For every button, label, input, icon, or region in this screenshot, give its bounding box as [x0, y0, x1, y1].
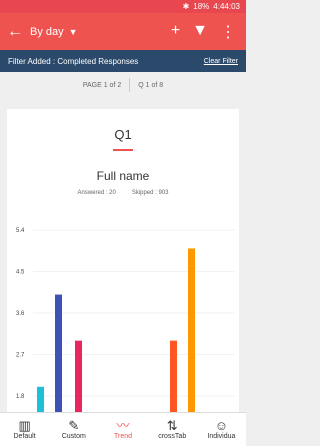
title-underline — [113, 149, 133, 151]
pager-divider — [129, 78, 131, 92]
bar-chart-icon: ▥ — [18, 418, 31, 433]
pencil-icon: ✎ — [68, 418, 80, 433]
add-icon[interactable]: + — [171, 22, 180, 42]
crosstab-icon: ⇅ — [166, 418, 178, 433]
bottom-navigation: ▥ Default ✎ Custom 〰 Trend ⇅ crossTab ☺ Individua — [0, 412, 246, 446]
filter-bar: Filter Added : Completed Responses Clear… — [0, 50, 246, 72]
person-icon: ☺ — [214, 418, 229, 433]
nav-item-custom[interactable]: ✎ Custom — [49, 413, 98, 446]
nav-label: Trend — [113, 433, 133, 440]
y-tick-label: 3.6 — [16, 311, 25, 317]
chart-bar — [188, 248, 195, 412]
nav-label: Default — [13, 433, 36, 440]
chart-bar — [170, 340, 177, 412]
filter-text: Filter Added : Completed Responses — [8, 56, 139, 66]
question-id: Q1 — [114, 127, 132, 142]
bluetooth-icon: ✱ — [182, 2, 190, 11]
trend-icon: 〰 — [116, 418, 130, 433]
question-name: Full name — [96, 169, 150, 183]
response-stats: Answered : 20 Skipped : 903 — [7, 190, 239, 196]
skipped-count: Skipped : 903 — [131, 190, 169, 196]
nav-label: Custom — [61, 433, 86, 440]
app-toolbar: ← By day ▼ + ▼ ⋮ — [0, 13, 246, 50]
period-label: By day — [30, 25, 64, 38]
status-bar: ✱ 18% 4:44:03 — [0, 0, 246, 13]
nav-label: Individua — [207, 433, 236, 440]
nav-item-crosstab[interactable]: ⇅ crossTab — [148, 413, 197, 446]
page-indicator: PAGE 1 of 2 — [82, 81, 122, 89]
question-card: Q1 Full name Answered : 20 Skipped : 903… — [7, 109, 239, 412]
more-vertical-icon[interactable]: ⋮ — [220, 22, 236, 42]
y-tick-label: 5.4 — [16, 228, 25, 234]
nav-item-trend[interactable]: 〰 Trend — [98, 413, 147, 446]
y-tick-label: 1.8 — [16, 394, 25, 400]
filter-icon[interactable]: ▼ — [192, 22, 208, 42]
bar-chart: 5.4 4.5 3.6 2.7 1.8 — [16, 228, 235, 412]
chart-bar — [37, 386, 44, 412]
pager: PAGE 1 of 2 Q 1 of 8 — [0, 72, 246, 98]
y-tick-label: 4.5 — [16, 270, 25, 276]
y-tick-label: 2.7 — [16, 353, 25, 359]
nav-label: crossTab — [158, 433, 187, 440]
nav-item-default[interactable]: ▥ Default — [0, 413, 49, 446]
chart-bar — [75, 340, 82, 412]
period-dropdown[interactable]: By day ▼ — [30, 26, 78, 38]
chart-bar — [55, 294, 62, 412]
answered-count: Answered : 20 — [77, 190, 116, 196]
clear-filter-link[interactable]: Clear Filter — [204, 58, 238, 65]
question-indicator: Q 1 of 8 — [138, 81, 164, 89]
nav-item-individua[interactable]: ☺ Individua — [197, 413, 246, 446]
battery-text: 18% — [193, 2, 210, 11]
caret-down-icon: ▼ — [68, 26, 78, 37]
back-arrow-icon[interactable]: ← — [0, 23, 30, 41]
status-time: 4:44:03 — [213, 2, 240, 11]
